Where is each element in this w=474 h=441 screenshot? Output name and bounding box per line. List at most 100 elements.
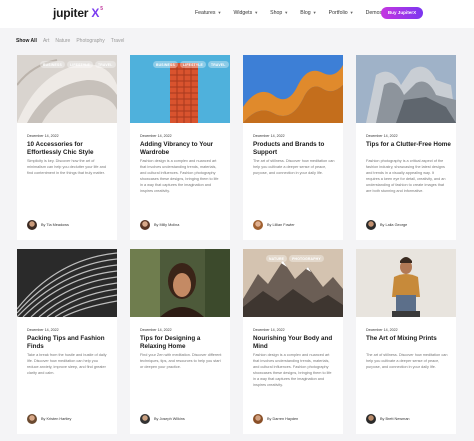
filter-travel[interactable]: Travel bbox=[111, 38, 125, 44]
post-author[interactable]: By Tia Meadows bbox=[27, 220, 69, 230]
post-date: December 14, 2022 bbox=[366, 134, 398, 138]
post-image[interactable] bbox=[356, 249, 456, 317]
post-image[interactable]: BUSINESS LIFESTYLE TRAVEL bbox=[17, 55, 117, 123]
tag[interactable]: LIFESTYLE bbox=[179, 61, 207, 68]
nav-label: Portfolio bbox=[328, 10, 348, 16]
author-name: By Brett Newman bbox=[380, 417, 410, 421]
post-title[interactable]: Nourishing Your Body and Mind bbox=[253, 335, 339, 351]
buy-button[interactable]: Buy JupiterX bbox=[381, 7, 423, 19]
post-date: December 14, 2022 bbox=[27, 328, 59, 332]
nav-demos[interactable]: Demos bbox=[366, 10, 382, 16]
post-image[interactable] bbox=[243, 55, 343, 123]
nav-label: Features bbox=[195, 10, 216, 16]
nav-widgets[interactable]: Widgets ▼ bbox=[233, 10, 258, 16]
tag[interactable]: BUSINESS bbox=[40, 61, 65, 68]
post-image[interactable] bbox=[130, 249, 230, 317]
tag[interactable]: PHOTOGRAPHY bbox=[289, 255, 324, 262]
post-excerpt: The art of stillness. Discover how medit… bbox=[253, 159, 335, 175]
post-date: December 14, 2022 bbox=[366, 328, 398, 332]
filter-nature[interactable]: Nature bbox=[55, 38, 70, 44]
avatar bbox=[253, 220, 263, 230]
post-author[interactable]: By Laila George bbox=[366, 220, 407, 230]
category-filters: Show All Art Nature Photography Travel bbox=[16, 38, 130, 44]
post-title[interactable]: Tips for Designing a Relaxing Home bbox=[140, 335, 226, 351]
nav-portfolio[interactable]: Portfolio ▼ bbox=[329, 10, 354, 16]
author-name: By Laila George bbox=[380, 223, 408, 227]
nav-features[interactable]: Features ▼ bbox=[195, 10, 221, 16]
author-name: By Darren Hayden bbox=[267, 417, 299, 421]
post-title[interactable]: Tips for a Clutter-Free Home bbox=[366, 141, 452, 149]
tag[interactable]: BUSINESS bbox=[153, 61, 178, 68]
post-excerpt: Fashion design is a complex and nuanced … bbox=[140, 159, 219, 193]
post-author[interactable]: By Joseph Wilkins bbox=[140, 414, 185, 424]
nav-blog[interactable]: Blog ▼ bbox=[300, 10, 316, 16]
post-date: December 14, 2022 bbox=[253, 328, 285, 332]
chevron-down-icon: ▼ bbox=[254, 10, 259, 15]
post-tags: BUSINESS LIFESTYLE TRAVEL bbox=[153, 61, 229, 68]
post-date: December 14, 2022 bbox=[27, 134, 59, 138]
tag[interactable]: TRAVEL bbox=[208, 61, 229, 68]
filter-art[interactable]: Art bbox=[43, 38, 49, 44]
post-image[interactable] bbox=[356, 55, 456, 123]
post-image[interactable]: NATURE PHOTOGRAPHY bbox=[243, 249, 343, 317]
nav-label: Shop bbox=[270, 10, 283, 16]
author-name: By Lillian Fowler bbox=[267, 223, 295, 227]
chevron-down-icon: ▼ bbox=[284, 10, 289, 15]
post-author[interactable]: By Kristen Hartley bbox=[27, 414, 71, 424]
tag[interactable]: TRAVEL bbox=[95, 61, 116, 68]
author-name: By Milly Molina bbox=[154, 223, 180, 227]
post-title[interactable]: Products and Brands to Support bbox=[253, 141, 339, 157]
avatar bbox=[253, 414, 263, 424]
post-title[interactable]: Packing Tips and Fashion Finds bbox=[27, 335, 113, 351]
logo-text: jupiter bbox=[53, 6, 89, 20]
post-date: December 14, 2022 bbox=[140, 328, 172, 332]
post-card[interactable]: BUSINESS LIFESTYLE TRAVEL December 14, 202… bbox=[130, 55, 230, 240]
avatar bbox=[140, 220, 150, 230]
post-card[interactable]: December 14, 2022 Tips for Designing a R… bbox=[130, 249, 230, 434]
logo-x: X bbox=[91, 6, 100, 20]
chevron-down-icon: ▼ bbox=[217, 10, 222, 15]
post-excerpt: The art of stillness. Discover how medit… bbox=[366, 353, 448, 369]
site-header: jupiter X5 Features ▼ Widgets ▼ Shop ▼ Blog… bbox=[0, 0, 474, 28]
post-excerpt: Find your Zen with meditation. Discover … bbox=[140, 353, 222, 369]
filter-show-all[interactable]: Show All bbox=[16, 38, 37, 44]
post-excerpt: Fashion design is a complex and nuanced … bbox=[253, 353, 332, 387]
avatar bbox=[366, 220, 376, 230]
post-author[interactable]: By Lillian Fowler bbox=[253, 220, 295, 230]
post-card[interactable]: December 14, 2022 The Art of Mixing Prin… bbox=[356, 249, 456, 434]
post-card[interactable]: December 14, 2022 Products and Brands to… bbox=[243, 55, 343, 240]
avatar bbox=[140, 414, 150, 424]
avatar bbox=[27, 220, 37, 230]
post-date: December 14, 2022 bbox=[253, 134, 285, 138]
author-name: By Kristen Hartley bbox=[41, 417, 72, 421]
post-card[interactable]: NATURE PHOTOGRAPHY December 14, 2022 Nour… bbox=[243, 249, 343, 434]
nav-shop[interactable]: Shop ▼ bbox=[270, 10, 288, 16]
logo-version: 5 bbox=[100, 6, 103, 12]
nav-label: Widgets bbox=[233, 10, 253, 16]
avatar bbox=[27, 414, 37, 424]
chevron-down-icon: ▼ bbox=[312, 10, 317, 15]
chevron-down-icon: ▼ bbox=[349, 10, 354, 15]
post-title[interactable]: 10 Accessories for Effortlessly Chic Sty… bbox=[27, 141, 113, 157]
post-image[interactable]: BUSINESS LIFESTYLE TRAVEL bbox=[130, 55, 230, 123]
post-title[interactable]: The Art of Mixing Prints bbox=[366, 335, 452, 343]
tag[interactable]: LIFESTYLE bbox=[66, 61, 94, 68]
post-title[interactable]: Adding Vibrancy to Your Wardrobe bbox=[140, 141, 226, 157]
author-name: By Tia Meadows bbox=[41, 223, 69, 227]
post-excerpt: Simplicity is key. Discover how the art … bbox=[27, 159, 106, 175]
post-image[interactable] bbox=[17, 249, 117, 317]
post-card[interactable]: December 14, 2022 Tips for a Clutter-Fre… bbox=[356, 55, 456, 240]
post-author[interactable]: By Brett Newman bbox=[366, 414, 410, 424]
avatar bbox=[366, 414, 376, 424]
logo[interactable]: jupiter X5 bbox=[53, 6, 103, 20]
post-card[interactable]: December 14, 2022 Packing Tips and Fashi… bbox=[17, 249, 117, 434]
filter-photography[interactable]: Photography bbox=[76, 38, 104, 44]
main-nav: Features ▼ Widgets ▼ Shop ▼ Blog ▼ Portfolio… bbox=[195, 10, 394, 16]
post-date: December 14, 2022 bbox=[140, 134, 172, 138]
nav-label: Demos bbox=[365, 10, 383, 16]
post-author[interactable]: By Milly Molina bbox=[140, 220, 179, 230]
post-card[interactable]: BUSINESS LIFESTYLE TRAVEL December 14, 202… bbox=[17, 55, 117, 240]
post-tags: NATURE PHOTOGRAPHY bbox=[266, 255, 324, 262]
post-author[interactable]: By Darren Hayden bbox=[253, 414, 298, 424]
tag[interactable]: NATURE bbox=[266, 255, 288, 262]
